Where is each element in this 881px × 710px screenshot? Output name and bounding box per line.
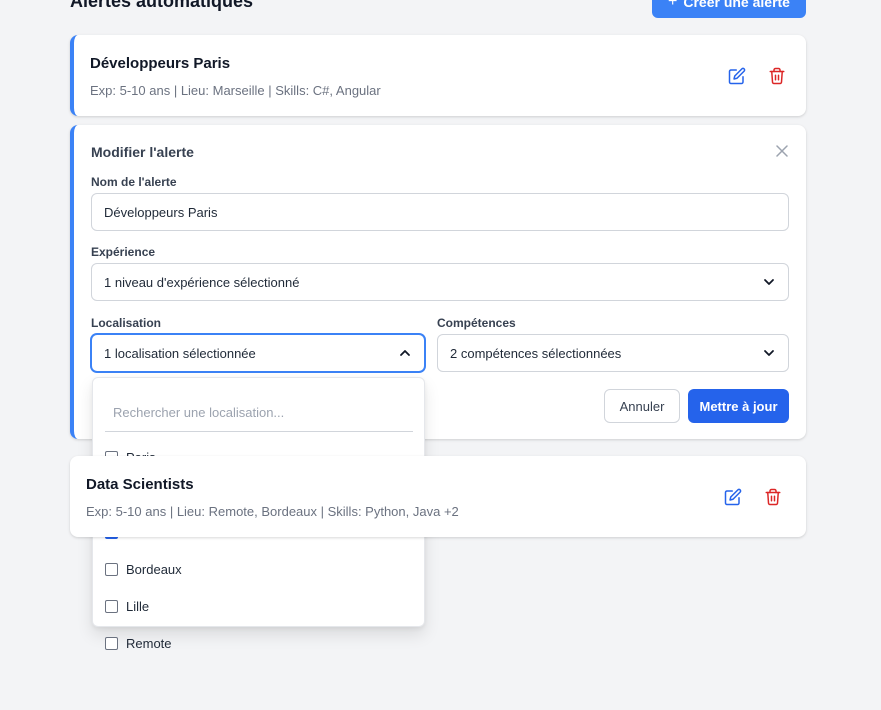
update-button[interactable]: Mettre à jour: [688, 389, 789, 423]
cancel-button[interactable]: Annuler: [604, 389, 680, 423]
experience-select[interactable]: 1 niveau d'expérience sélectionné: [91, 263, 789, 301]
chevron-down-icon: [764, 350, 774, 356]
alert-name-value: Développeurs Paris: [104, 204, 218, 220]
delete-icon[interactable]: [762, 486, 784, 508]
alert-summary: Exp: 5-10 ans | Lieu: Remote, Bordeaux |…: [86, 504, 459, 519]
alert-name: Développeurs Paris: [90, 55, 231, 72]
edit-panel-title: Modifier l'alerte: [91, 144, 194, 160]
checkbox[interactable]: [105, 600, 118, 613]
option-label: Remote: [126, 636, 172, 651]
skills-label: Compétences: [437, 316, 516, 330]
alert-card: Développeurs Paris Exp: 5-10 ans | Lieu:…: [70, 35, 806, 116]
create-alert-button[interactable]: + Créer une alerte: [652, 0, 806, 18]
edit-icon[interactable]: [726, 65, 748, 87]
location-select[interactable]: 1 localisation sélectionnée: [91, 334, 425, 372]
location-search-input[interactable]: Rechercher une localisation...: [105, 394, 413, 432]
delete-icon[interactable]: [766, 65, 788, 87]
location-option-bordeaux[interactable]: Bordeaux: [105, 562, 182, 577]
option-label: Lille: [126, 599, 150, 614]
chevron-down-icon: [764, 279, 774, 285]
chevron-up-icon: [400, 350, 410, 356]
close-icon[interactable]: [774, 143, 790, 159]
location-value: 1 localisation sélectionnée: [104, 345, 256, 361]
option-label: Bordeaux: [126, 562, 182, 577]
skills-select[interactable]: 2 compétences sélectionnées: [437, 334, 789, 372]
experience-value: 1 niveau d'expérience sélectionné: [104, 274, 300, 290]
alert-card: Data Scientists Exp: 5-10 ans | Lieu: Re…: [70, 456, 806, 537]
create-alert-label: Créer une alerte: [683, 0, 790, 10]
location-option-lille[interactable]: Lille: [105, 599, 149, 614]
plus-icon: +: [668, 0, 678, 10]
name-label: Nom de l'alerte: [91, 175, 177, 189]
page-title: Alertes automatiques: [70, 0, 254, 11]
location-label: Localisation: [91, 316, 162, 330]
edit-icon[interactable]: [722, 486, 744, 508]
location-option-remote[interactable]: Remote: [105, 636, 172, 651]
experience-label: Expérience: [91, 245, 156, 259]
alert-summary: Exp: 5-10 ans | Lieu: Marseille | Skills…: [90, 83, 381, 98]
checkbox[interactable]: [105, 637, 118, 650]
checkbox[interactable]: [105, 563, 118, 576]
alert-name-input[interactable]: Développeurs Paris: [91, 193, 789, 231]
skills-value: 2 compétences sélectionnées: [450, 345, 622, 361]
alert-name: Data Scientists: [86, 476, 194, 493]
